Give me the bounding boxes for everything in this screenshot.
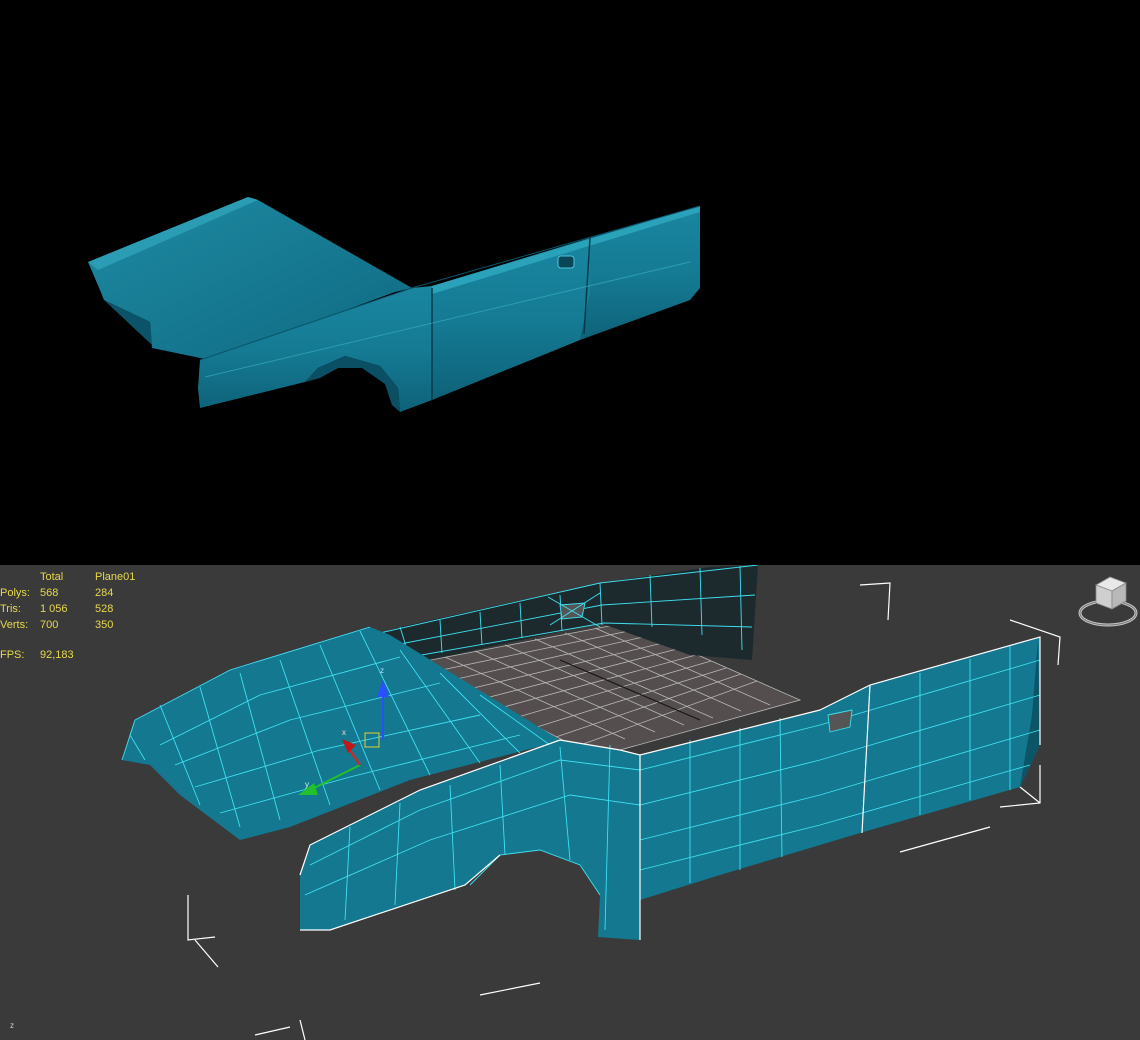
stats-total-value: 568 <box>40 587 59 599</box>
stats-object-value: 284 <box>95 587 114 599</box>
shaded-car-body-render <box>88 197 701 412</box>
fps-label: FPS: <box>0 649 25 661</box>
door-handle <box>557 255 575 269</box>
corner-axis-indicator: z <box>10 1021 14 1030</box>
viewcube-icon[interactable] <box>1074 569 1138 629</box>
gizmo-y-label: y <box>305 780 309 789</box>
fps-value: 92,183 <box>40 649 74 661</box>
wireframe-car-body-render: z x y <box>121 565 1061 1040</box>
wireframe-viewport[interactable]: z x y Total Plane01 Polys: 568 284 Tris:… <box>0 565 1140 1040</box>
stats-total-value: 700 <box>40 619 59 631</box>
gizmo-x-label: x <box>342 728 346 737</box>
stats-object-value: 350 <box>95 619 114 631</box>
stats-label: Polys: <box>0 587 30 599</box>
stats-header-total: Total <box>40 571 64 583</box>
stats-object-value: 528 <box>95 603 114 615</box>
shaded-viewport[interactable] <box>0 0 1140 565</box>
stats-label: Verts: <box>0 619 29 631</box>
stats-header-object: Plane01 <box>95 571 136 583</box>
stats-total-value: 1 056 <box>40 603 68 615</box>
fps-readout: FPS: 92,183 <box>0 649 74 661</box>
stats-label: Tris: <box>0 603 21 615</box>
gizmo-z-label: z <box>380 666 384 675</box>
